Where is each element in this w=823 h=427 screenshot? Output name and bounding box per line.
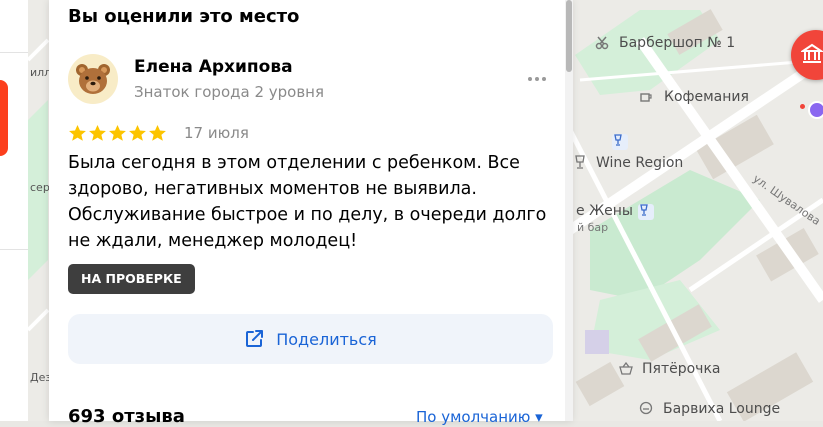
glass-icon <box>638 204 654 220</box>
poi-label[interactable]: Барвиха Lounge <box>663 401 780 417</box>
rating-stars <box>68 124 167 142</box>
left-sidebar <box>0 0 28 421</box>
dot-icon <box>542 77 546 81</box>
dot-icon <box>535 77 539 81</box>
poi-label[interactable]: Пятёрочка <box>642 361 720 377</box>
lounge-icon <box>639 401 655 417</box>
share-icon <box>246 330 264 347</box>
star-icon <box>149 124 166 141</box>
reviews-count: 693 отзыва <box>68 406 185 427</box>
dot-icon <box>528 77 532 81</box>
more-options-button[interactable] <box>522 70 552 88</box>
coffee-icon <box>639 90 655 106</box>
star-icon <box>89 124 106 141</box>
glass-icon <box>612 134 628 150</box>
poi-label[interactable]: Кофемания <box>664 89 749 105</box>
poi-label[interactable]: Барбершоп № 1 <box>619 35 735 51</box>
review-date: 17 июля <box>184 124 249 142</box>
star-icon <box>69 124 86 141</box>
author-level: Знаток города 2 уровня <box>134 83 325 101</box>
share-button[interactable]: Поделиться <box>68 314 553 364</box>
status-badge: НА ПРОВЕРКЕ <box>68 264 195 294</box>
sidebar-red-tab[interactable] <box>0 80 8 156</box>
review-text: Была сегодня в этом отделении с ребенком… <box>68 153 547 251</box>
bear-icon <box>76 64 110 94</box>
section-title: Вы оценили это место <box>68 6 300 27</box>
avatar[interactable] <box>68 54 118 104</box>
author-name[interactable]: Елена Архипова <box>134 57 293 77</box>
poi-label[interactable]: е Жены <box>576 203 633 219</box>
share-label: Поделиться <box>276 329 377 349</box>
scrollbar-thumb[interactable] <box>566 0 572 72</box>
bank-icon <box>801 43 823 63</box>
map-edge-label: сер <box>30 181 50 194</box>
poi-label[interactable]: й бар <box>577 221 608 234</box>
divider <box>0 52 28 53</box>
divider <box>0 249 28 250</box>
marker-dot <box>800 104 805 109</box>
scissors-icon <box>595 36 611 52</box>
sort-dropdown[interactable]: По умолчанию ▾ <box>416 408 543 426</box>
star-icon <box>129 124 146 141</box>
poi-label[interactable]: Wine Region <box>596 155 683 171</box>
current-location-dot <box>808 101 823 119</box>
glass-icon <box>573 155 589 171</box>
basket-icon <box>619 362 635 378</box>
star-icon <box>109 124 126 141</box>
